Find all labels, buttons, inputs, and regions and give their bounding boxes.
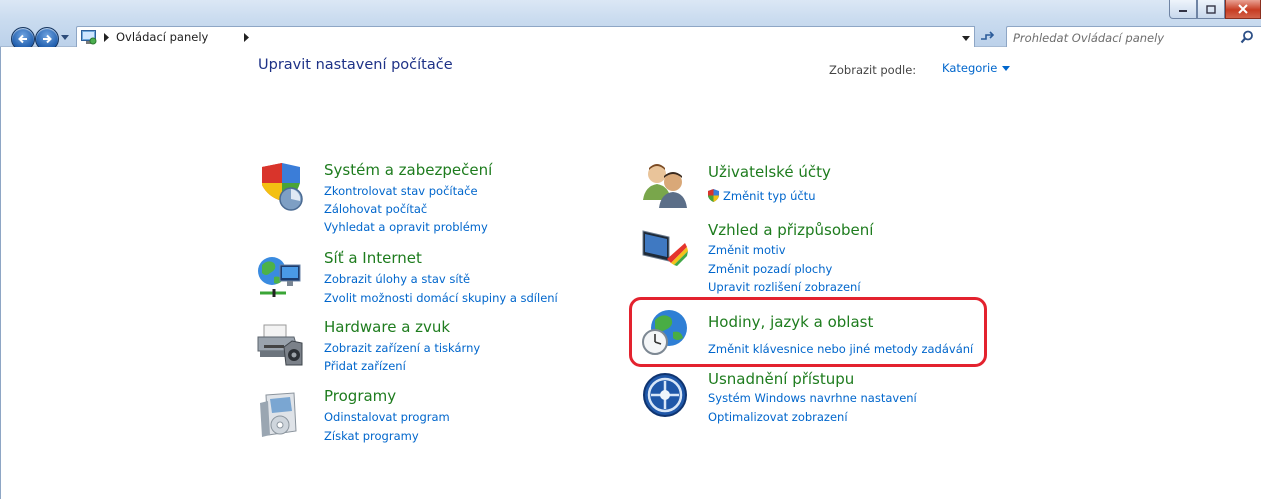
link-change-desktop-background[interactable]: Změnit pozadí plochy bbox=[708, 262, 832, 276]
printer-icon[interactable] bbox=[256, 321, 304, 369]
window-left-border bbox=[0, 47, 1, 499]
search-input[interactable] bbox=[1013, 30, 1227, 46]
category-ease-of-access[interactable]: Usnadnění přístupu bbox=[708, 370, 854, 388]
close-icon bbox=[1238, 4, 1248, 14]
search-icon[interactable] bbox=[1240, 30, 1254, 44]
link-view-network-status[interactable]: Zobrazit úlohy a stav sítě bbox=[324, 272, 470, 286]
link-change-theme[interactable]: Změnit motiv bbox=[708, 243, 786, 257]
link-change-account-type[interactable]: Změnit typ účtu bbox=[723, 189, 815, 203]
uac-shield-icon bbox=[708, 189, 719, 202]
chevron-down-icon bbox=[1002, 65, 1011, 71]
users-icon[interactable] bbox=[641, 160, 689, 208]
maximize-button[interactable] bbox=[1197, 0, 1225, 19]
link-homegroup-sharing[interactable]: Zvolit možnosti domácí skupiny a sdílení bbox=[324, 291, 558, 305]
view-by-value: Kategorie bbox=[942, 61, 998, 75]
category-user-accounts[interactable]: Uživatelské účty bbox=[708, 163, 831, 181]
category-hardware-sound[interactable]: Hardware a zvuk bbox=[324, 318, 450, 336]
refresh-icon bbox=[981, 31, 995, 40]
link-backup-computer[interactable]: Zálohovat počítač bbox=[324, 202, 427, 216]
recent-pages-button[interactable] bbox=[60, 32, 70, 44]
arrow-left-icon bbox=[18, 34, 27, 44]
arrow-right-icon bbox=[43, 34, 52, 44]
category-system-security[interactable]: Systém a zabezpečení bbox=[324, 161, 492, 179]
view-by-select[interactable]: Kategorie bbox=[942, 61, 1011, 75]
minimize-icon bbox=[1179, 10, 1187, 12]
page-title: Upravit nastavení počítače bbox=[258, 57, 453, 73]
maximize-icon bbox=[1206, 4, 1216, 14]
programs-icon[interactable] bbox=[256, 391, 304, 439]
window-controls bbox=[1169, 0, 1261, 20]
control-panel-icon bbox=[81, 30, 97, 45]
category-programs[interactable]: Programy bbox=[324, 387, 396, 405]
chevron-down-icon bbox=[61, 35, 69, 40]
shield-icon[interactable] bbox=[256, 163, 304, 211]
refresh-button[interactable] bbox=[976, 26, 998, 48]
window-titlebar: Ovládací panely bbox=[0, 0, 1261, 51]
link-adjust-screen-resolution[interactable]: Upravit rozlišení zobrazení bbox=[708, 280, 861, 294]
content-area bbox=[0, 47, 1261, 499]
breadcrumb-control-panel[interactable]: Ovládací panely bbox=[116, 30, 208, 44]
category-network-internet[interactable]: Síť a Internet bbox=[324, 249, 422, 267]
network-icon[interactable] bbox=[256, 253, 304, 301]
link-check-computer-status[interactable]: Zkontrolovat stav počítače bbox=[324, 184, 478, 198]
close-button[interactable] bbox=[1225, 0, 1261, 19]
link-add-device[interactable]: Přidat zařízení bbox=[324, 359, 406, 373]
link-windows-suggest-settings[interactable]: Systém Windows navrhne nastavení bbox=[708, 391, 917, 405]
view-by-label: Zobrazit podle: bbox=[829, 63, 917, 77]
link-find-fix-problems[interactable]: Vyhledat a opravit problémy bbox=[324, 220, 488, 234]
accessibility-icon[interactable] bbox=[641, 371, 689, 419]
link-optimize-display[interactable]: Optimalizovat zobrazení bbox=[708, 410, 848, 424]
category-appearance-personalization[interactable]: Vzhled a přizpůsobení bbox=[708, 221, 873, 239]
breadcrumb-separator-icon[interactable] bbox=[244, 33, 250, 42]
link-get-programs[interactable]: Získat programy bbox=[324, 429, 419, 443]
chevron-down-icon bbox=[962, 35, 970, 41]
breadcrumb-separator-icon bbox=[104, 33, 109, 42]
appearance-icon[interactable] bbox=[641, 223, 689, 271]
minimize-button[interactable] bbox=[1169, 0, 1197, 19]
link-devices-printers[interactable]: Zobrazit zařízení a tiskárny bbox=[324, 341, 480, 355]
link-uninstall-program[interactable]: Odinstalovat program bbox=[324, 410, 450, 424]
highlight-annotation bbox=[629, 297, 987, 367]
